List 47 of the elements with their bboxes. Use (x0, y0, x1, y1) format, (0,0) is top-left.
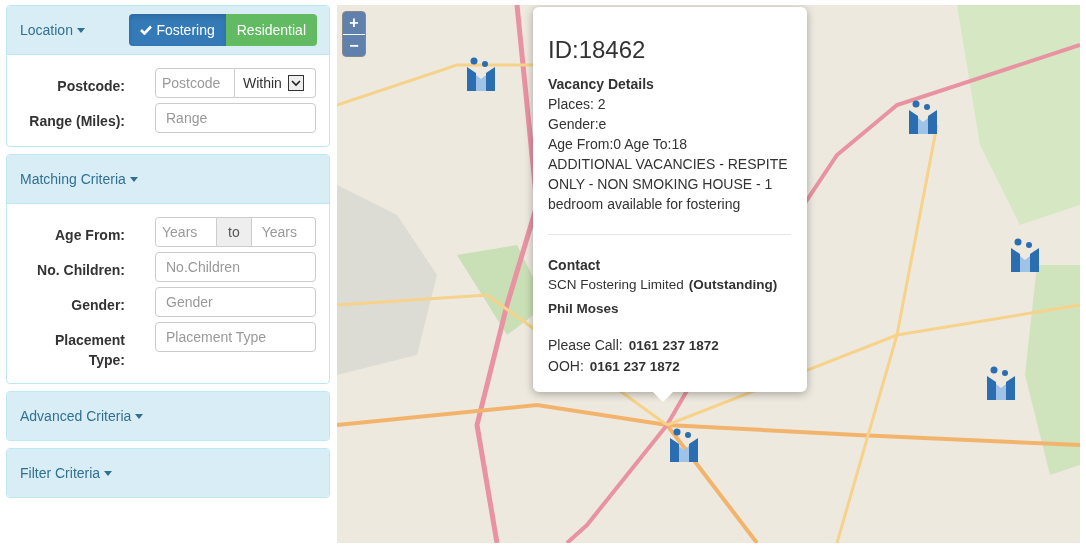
zoom-in-button[interactable]: + (343, 12, 365, 34)
type-toggle-button[interactable]: Fostering (129, 14, 226, 46)
detail-text: ADDITIONAL VACANCIES - RESPITE ONLY - NON SMOKING HOUSE - 1 bedroom available for fostering (548, 155, 789, 214)
rating-text: (Outstanding) (688, 276, 778, 294)
caret-icon (135, 413, 144, 419)
field-label: Age From: (54, 226, 125, 245)
field-label: Placement Type: (53, 331, 125, 370)
within-dropdown[interactable]: Within (235, 68, 316, 98)
panel-toggle-link[interactable]: Matching Criteria (20, 171, 138, 187)
panel-toggle-link[interactable]: Advanced Criteria (20, 408, 144, 424)
panel-toggle-link[interactable]: Location (20, 22, 85, 38)
people-marker-icon[interactable] (1009, 238, 1041, 272)
text-field[interactable]: Gender (155, 287, 316, 317)
people-marker-icon[interactable] (668, 428, 700, 462)
call-label: OOH: (548, 357, 584, 376)
caret-icon (76, 27, 85, 33)
age-from-field[interactable]: Years (155, 217, 217, 247)
field-label: Range (Miles): (28, 112, 125, 131)
phone-number: 0161 237 1872 (589, 358, 680, 376)
section-heading: Contact (548, 256, 602, 275)
people-marker-icon[interactable] (985, 366, 1017, 400)
check-icon (140, 25, 153, 35)
zoom-out-button[interactable]: − (343, 34, 365, 56)
age-to-field[interactable]: Years (251, 217, 316, 247)
detail-text: Places: 2 (548, 95, 607, 114)
text-field[interactable]: Range (155, 103, 316, 133)
phone-number: 0161 237 1872 (628, 337, 719, 355)
organisation-name: SCN Fostering Limited (548, 276, 684, 294)
people-marker-icon[interactable] (465, 57, 497, 91)
detail-text: Gender:e (548, 115, 608, 134)
caret-icon (104, 470, 113, 476)
postcode-field[interactable]: Postcode (155, 68, 235, 98)
section-heading: Vacancy Details (548, 75, 655, 94)
text-field[interactable]: Placement Type (155, 322, 316, 352)
panel-toggle-link[interactable]: Filter Criteria (20, 465, 113, 481)
field-label: Gender: (70, 296, 125, 315)
field-label: No. Children: (36, 261, 125, 280)
caret-icon (129, 176, 138, 182)
type-toggle-button[interactable]: Residential (225, 14, 317, 46)
field-label: Postcode: (56, 77, 125, 96)
call-label: Please Call: (548, 336, 623, 355)
contact-name: Phil Moses (548, 300, 620, 318)
people-marker-icon[interactable] (907, 100, 939, 134)
input-addon: to (217, 217, 252, 247)
text-field[interactable]: No.Children (155, 252, 316, 282)
detail-text: Age From:0 Age To:18 (548, 135, 689, 154)
popup-title: ID:18462 (548, 35, 647, 65)
